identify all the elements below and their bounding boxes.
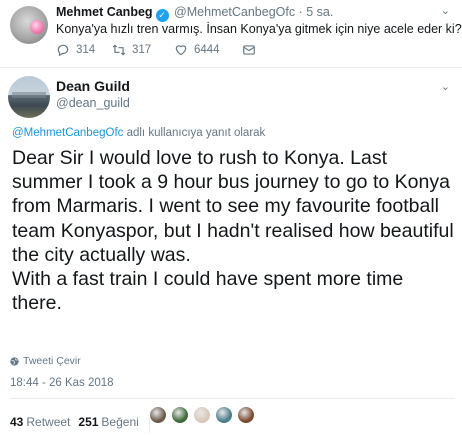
- parent-tweet-header: Mehmet Canbeg ✓ @MehmetCanbegOfc · 5 sa.: [56, 5, 333, 22]
- separator-dot: ·: [298, 5, 303, 19]
- liker-avatar[interactable]: [149, 406, 167, 424]
- divider: [0, 67, 462, 68]
- like-stat[interactable]: 251 Beğeni: [78, 415, 138, 429]
- liker-avatar[interactable]: [193, 406, 211, 424]
- retweet-action[interactable]: 317: [112, 43, 151, 57]
- retweet-stat-label: Retweet: [26, 415, 71, 429]
- retweet-count: 317: [132, 44, 152, 56]
- reply-context-text: adlı kullanıcıya yanıt olarak: [123, 127, 266, 139]
- tweet-paragraph: With a fast train I could have spent mor…: [12, 268, 404, 315]
- liker-avatar[interactable]: [237, 406, 255, 424]
- envelope-icon: [243, 45, 255, 55]
- globe-icon: [10, 356, 19, 366]
- main-display-name[interactable]: Dean Guild: [56, 78, 130, 94]
- retweet-stat-count: 43: [10, 415, 24, 429]
- divider: [10, 398, 455, 399]
- retweet-stat[interactable]: 43 Retweet: [10, 415, 70, 429]
- reply-mention-link[interactable]: @MehmetCanbegOfc: [12, 127, 123, 139]
- reply-count: 314: [76, 44, 96, 56]
- parent-avatar[interactable]: [10, 6, 48, 44]
- parent-display-name[interactable]: Mehmet Canbeg: [56, 5, 153, 19]
- parent-tweet[interactable]: Mehmet Canbeg ✓ @MehmetCanbegOfc · 5 sa. …: [0, 0, 462, 64]
- translate-tweet-link[interactable]: Tweeti Çevir: [10, 355, 81, 367]
- retweet-icon: [112, 44, 126, 56]
- reply-icon: [57, 44, 69, 57]
- tweet-stats: 43 Retweet 251 Beğeni: [10, 411, 158, 433]
- main-avatar[interactable]: [8, 76, 50, 118]
- liker-avatar[interactable]: [171, 406, 189, 424]
- main-handle[interactable]: @dean_guild: [56, 96, 130, 110]
- parent-time[interactable]: 5 sa.: [306, 5, 333, 19]
- parent-handle[interactable]: @MehmetCanbegOfc: [174, 5, 295, 19]
- reply-action[interactable]: 314: [56, 43, 95, 57]
- message-action[interactable]: [242, 43, 256, 57]
- liker-avatars: [149, 406, 255, 424]
- like-stat-count: 251: [78, 415, 99, 429]
- tweet-paragraph: Dear Sir I would love to rush to Konya. …: [12, 147, 454, 266]
- main-more-chevron-icon[interactable]: ⌄: [441, 80, 450, 93]
- like-count: 6444: [194, 44, 220, 56]
- verified-badge-icon: ✓: [155, 9, 169, 22]
- parent-more-chevron-icon[interactable]: ⌄: [441, 4, 450, 17]
- liker-avatar[interactable]: [215, 406, 233, 424]
- translate-label: Tweeti Çevir: [23, 355, 81, 367]
- main-tweet-text: Dear Sir I would love to rush to Konya. …: [12, 146, 458, 315]
- like-action[interactable]: 6444: [174, 43, 220, 57]
- tweet-timestamp[interactable]: 18:44 - 26 Kas 2018: [10, 377, 114, 389]
- avatar-skyline: [12, 92, 46, 98]
- parent-tweet-text: Konya'ya hızlı tren varmış. İnsan Konya'…: [56, 22, 462, 36]
- heart-icon: [175, 45, 187, 56]
- reply-context: @MehmetCanbegOfc adlı kullanıcıya yanıt …: [12, 127, 265, 139]
- gum-bubble: [30, 20, 44, 34]
- like-stat-label: Beğeni: [101, 415, 139, 429]
